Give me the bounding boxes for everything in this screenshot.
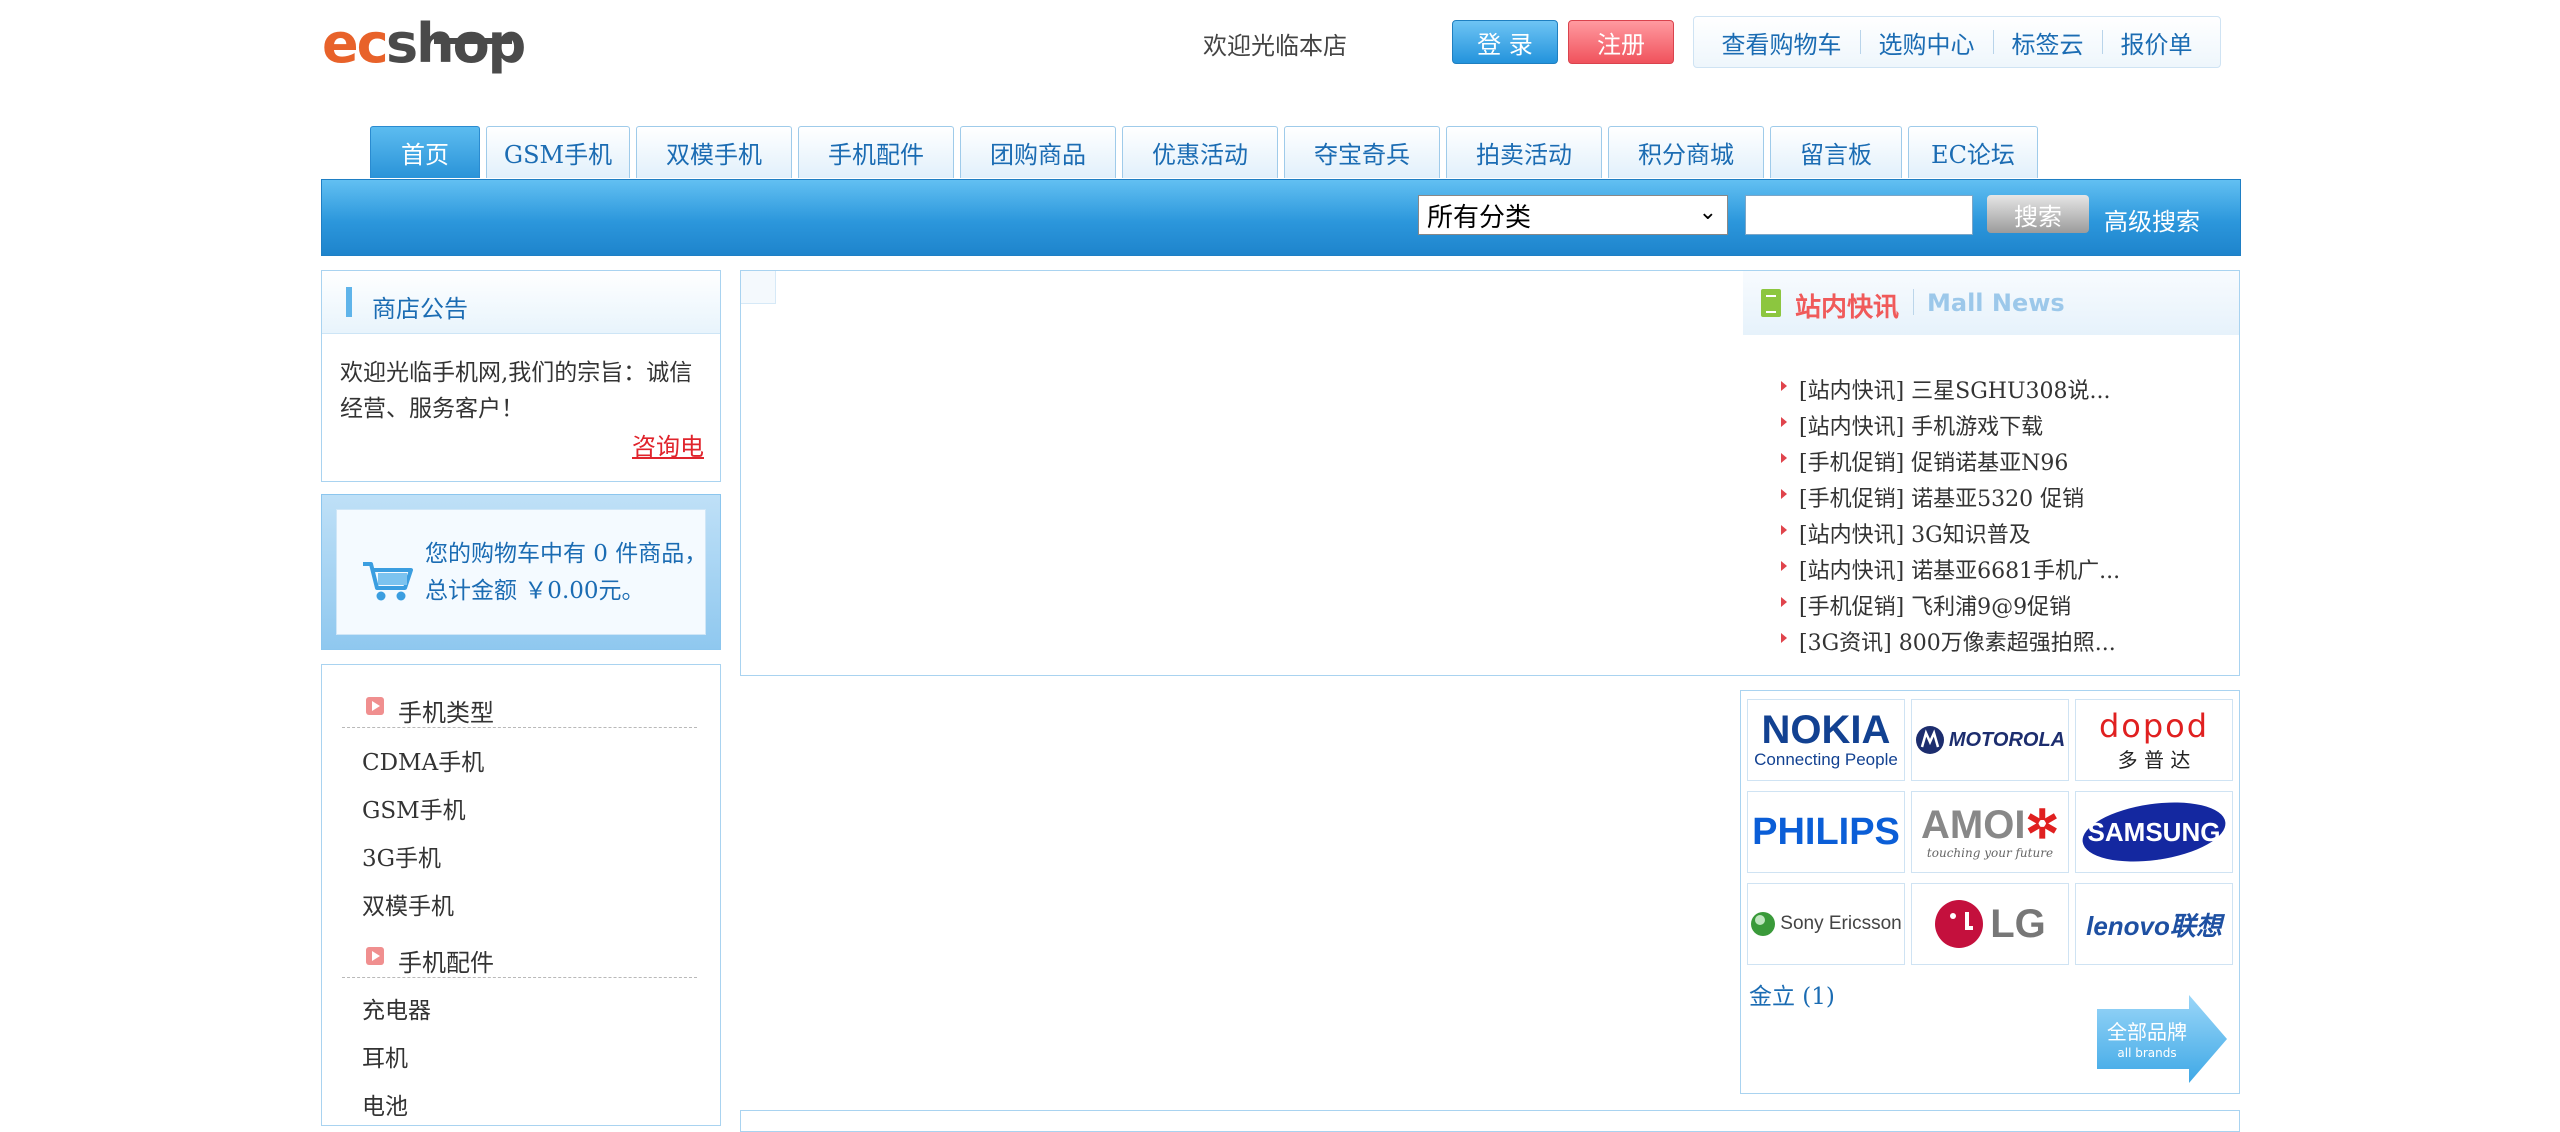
tab-home[interactable]: 首页 (370, 126, 480, 178)
tab-accessories[interactable]: 手机配件 (798, 126, 954, 178)
news-item[interactable]: [站内快讯] 手机游戏下载 (1780, 409, 2043, 441)
store-notice-panel: 商店公告 欢迎光临手机网,我们的宗旨：诚信经营、服务客户！ 咨询电 (321, 270, 721, 482)
news-list: [站内快讯] 三星SGHU308说... [站内快讯] 手机游戏下载 [手机促销… (1761, 337, 2223, 663)
tab-dual-mode[interactable]: 双模手机 (636, 126, 792, 178)
quote-link[interactable]: 报价单 (2103, 25, 2211, 60)
top-links: 查看购物车 选购中心 标签云 报价单 (1693, 16, 2221, 68)
category-select-value: 所有分类 (1427, 202, 1532, 233)
nokia-logo[interactable]: NOKIA Connecting People (1747, 699, 1905, 781)
all-brands-button[interactable]: 全部品牌 all brands (2093, 995, 2229, 1089)
category-item[interactable]: GSM手机 (362, 791, 466, 825)
tab-group-buy[interactable]: 团购商品 (960, 126, 1116, 178)
tab-points-mall[interactable]: 积分商城 (1608, 126, 1764, 178)
tag-cloud-link[interactable]: 标签云 (1994, 25, 2102, 60)
motorola-logo[interactable]: MOTOROLA (1911, 699, 2069, 781)
dopod-logo[interactable]: dopod 多 普 达 (2075, 699, 2233, 781)
news-item[interactable]: [站内快讯] 诺基亚6681手机广... (1780, 553, 2120, 585)
search-button[interactable]: 搜索 (1987, 195, 2089, 233)
notepad-icon (1761, 289, 1781, 317)
tab-gsm[interactable]: GSM手机 (486, 126, 630, 178)
tab-ec-forum[interactable]: EC论坛 (1908, 126, 2038, 178)
svg-text:all brands: all brands (2117, 1046, 2176, 1060)
amoi-logo[interactable]: AMOI✲ touching your future (1911, 791, 2069, 873)
brand-panel: NOKIA Connecting People MOTOROLA dopod 多… (1740, 690, 2240, 1094)
play-icon (366, 697, 384, 715)
news-item[interactable]: [手机促销] 诺基亚5320 促销 (1780, 481, 2084, 513)
category-panel: 手机类型 CDMA手机 GSM手机 3G手机 双模手机 手机配件 充电器 耳机 … (321, 664, 721, 1126)
shopping-center-link[interactable]: 选购中心 (1861, 25, 1993, 60)
tab-auction[interactable]: 拍卖活动 (1446, 126, 1602, 178)
notice-text: 欢迎光临手机网,我们的宗旨：诚信经营、服务客户！ (340, 360, 693, 422)
svg-text:ec: ec (322, 12, 387, 75)
welcome-text: 欢迎光临本店 (1203, 32, 1347, 60)
svg-text:全部品牌: 全部品牌 (2107, 1020, 2187, 1044)
category-item[interactable]: 充电器 (362, 991, 431, 1025)
main-nav: 首页 GSM手机 双模手机 手机配件 团购商品 优惠活动 夺宝奇兵 拍卖活动 积… (370, 126, 2044, 179)
sony-ericsson-logo[interactable]: Sony Ericsson (1747, 883, 1905, 965)
news-item[interactable]: [3G资讯] 800万像素超强拍照... (1781, 625, 2116, 657)
cart-icon (361, 558, 413, 610)
category-item[interactable]: CDMA手机 (362, 743, 484, 777)
consult-link[interactable]: 咨询电 (632, 427, 704, 462)
category-group-accessories[interactable]: 手机配件 (342, 937, 697, 978)
register-button[interactable]: 注册 (1568, 20, 1674, 64)
svg-text:SAMSUNG: SAMSUNG (2088, 817, 2221, 847)
lenovo-logo[interactable]: lenovo联想 (2075, 883, 2233, 965)
cart-panel: 您的购物车中有 0 件商品，总计金额 ￥0.00元。 (321, 494, 721, 650)
category-group-title: 手机配件 (398, 949, 494, 977)
category-item[interactable]: 3G手机 (362, 839, 441, 873)
category-group-title: 手机类型 (398, 699, 494, 727)
divider (1913, 289, 1914, 315)
mall-news-panel: 站内快讯 Mall News [站内快讯] 三星SGHU308说... [站内快… (1743, 271, 2239, 675)
brand-link-gionee[interactable]: 金立 (1) (1749, 977, 1835, 1011)
news-item[interactable]: [站内快讯] 3G知识普及 (1781, 517, 2031, 549)
category-group-phone-types[interactable]: 手机类型 (342, 687, 697, 728)
philips-logo[interactable]: PHILIPS (1747, 791, 1905, 873)
notice-title: 商店公告 (372, 295, 468, 323)
news-item[interactable]: [站内快讯] 三星SGHU308说... (1781, 373, 2111, 405)
search-input[interactable] (1745, 195, 1973, 235)
play-icon (366, 947, 384, 965)
category-item[interactable]: 耳机 (362, 1039, 408, 1073)
news-title: 站内快讯 (1795, 293, 1900, 323)
cart-summary: 您的购物车中有 0 件商品，总计金额 ￥0.00元。 (425, 541, 708, 604)
news-item[interactable]: [手机促销] 促销诺基亚N96 (1780, 445, 2068, 477)
lg-logo[interactable]: LG (1911, 883, 2069, 965)
notice-header: 商店公告 (322, 271, 720, 334)
category-item[interactable]: 电池 (362, 1087, 408, 1121)
category-select[interactable]: 所有分类 ⌄ (1418, 195, 1728, 235)
tab-promotions[interactable]: 优惠活动 (1122, 126, 1278, 178)
tab-snatch[interactable]: 夺宝奇兵 (1284, 126, 1440, 178)
ecshop-logo[interactable]: ec shop (322, 10, 570, 82)
category-item[interactable]: 双模手机 (362, 887, 454, 921)
header-accent (346, 287, 352, 317)
view-cart-link[interactable]: 查看购物车 (1704, 25, 1860, 60)
news-title-en: Mall News (1927, 289, 2065, 317)
login-button[interactable]: 登 录 (1452, 20, 1558, 64)
tab-message-board[interactable]: 留言板 (1770, 126, 1902, 178)
chevron-down-icon: ⌄ (1698, 200, 1717, 225)
news-item[interactable]: [手机促销] 飞利浦9@9促销 (1780, 589, 2071, 621)
product-panel (740, 1110, 2240, 1132)
banner-placeholder[interactable] (741, 271, 776, 304)
cart-inner: 您的购物车中有 0 件商品，总计金额 ￥0.00元。 (336, 509, 707, 635)
samsung-logo[interactable]: SAMSUNG (2075, 791, 2233, 873)
main-banner-panel: 站内快讯 Mall News [站内快讯] 三星SGHU308说... [站内快… (740, 270, 2240, 676)
news-header: 站内快讯 Mall News (1743, 271, 2239, 335)
advanced-search-link[interactable]: 高级搜索 (2104, 202, 2200, 237)
